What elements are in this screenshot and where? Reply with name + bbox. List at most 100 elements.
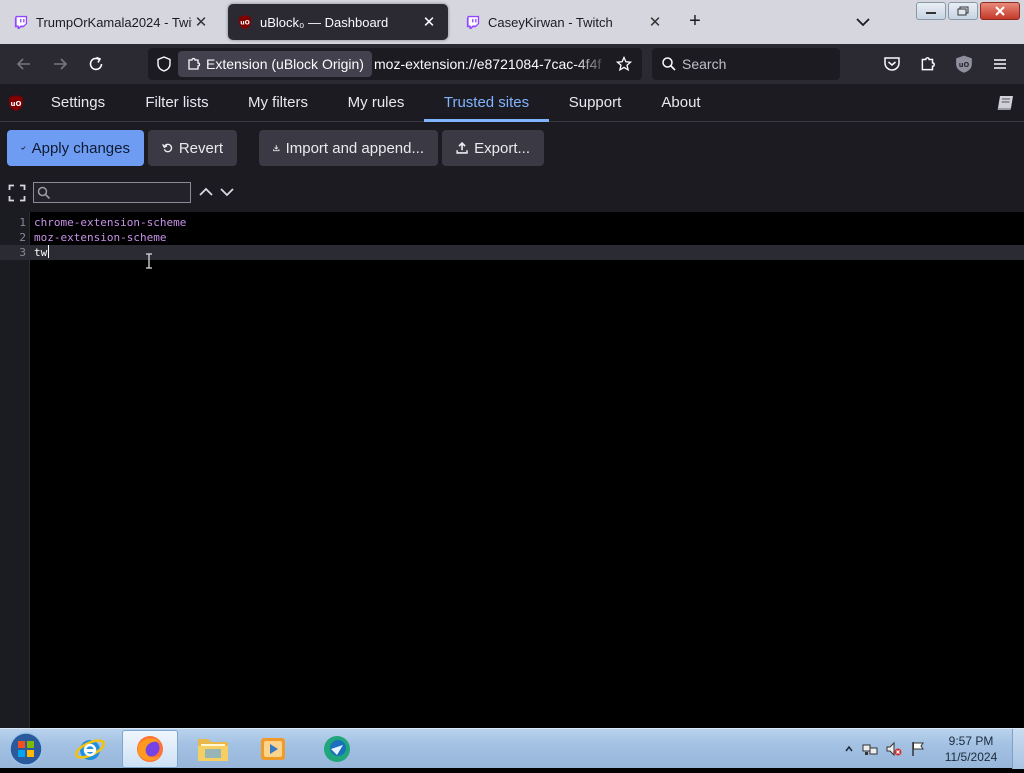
internet-explorer-icon [74, 739, 106, 760]
back-button[interactable] [12, 52, 36, 76]
line-text: tw [34, 246, 48, 259]
trusted-sites-editor[interactable]: 1 chrome-extension-scheme 2 moz-extensio… [0, 212, 1024, 728]
tab-my-filters[interactable]: My filters [236, 84, 320, 122]
tab-title: uBlock₀ — Dashboard [260, 14, 389, 30]
system-tray [844, 741, 926, 757]
tab-filter-lists[interactable]: Filter lists [134, 84, 220, 122]
start-button[interactable] [4, 730, 48, 768]
line-text: chrome-extension-scheme [34, 216, 187, 229]
menu-button[interactable] [988, 52, 1012, 76]
fullscreen-icon[interactable] [8, 184, 26, 202]
search-icon [662, 57, 676, 71]
export-label: Export... [474, 139, 530, 157]
ublock-toolbar-button[interactable]: uO [952, 52, 976, 76]
revert-button[interactable]: Revert [148, 130, 237, 166]
close-icon [995, 6, 1005, 16]
line-number: 3 [19, 246, 26, 259]
url-text[interactable]: moz-extension://e8721084-7cac-4f4f [374, 48, 610, 80]
tab-about[interactable]: About [650, 84, 712, 122]
network-icon[interactable] [862, 741, 878, 757]
line-number: 2 [19, 231, 26, 244]
undo-icon [162, 143, 173, 153]
reload-button[interactable] [84, 52, 108, 76]
taskbar-app[interactable] [309, 730, 365, 768]
taskbar-internet-explorer[interactable] [62, 730, 118, 768]
download-icon [273, 145, 280, 152]
puzzle-icon [188, 57, 201, 70]
folder-icon [198, 739, 228, 761]
svg-text:uO: uO [959, 61, 970, 69]
text-cursor-icon [146, 253, 152, 269]
clock-date: 11/5/2024 [944, 750, 998, 764]
chevron-down-icon[interactable] [852, 12, 874, 32]
export-button[interactable]: Export... [442, 130, 544, 166]
text-caret [48, 245, 50, 258]
minimize-icon [926, 12, 936, 14]
navigation-toolbar: Extension (uBlock Origin) moz-extension:… [0, 44, 1024, 84]
firefox-icon [137, 736, 163, 762]
reload-icon [89, 56, 103, 71]
close-tab-icon[interactable]: ✕ [646, 13, 664, 31]
browser-tab-2[interactable]: uO uBlock₀ — Dashboard ✕ [228, 4, 448, 40]
import-label: Import and append... [285, 139, 424, 157]
system-clock[interactable]: 9:57 PM 11/5/2024 [936, 733, 1006, 765]
url-bar[interactable]: Extension (uBlock Origin) moz-extension:… [148, 48, 642, 80]
shield-icon[interactable] [156, 56, 172, 72]
twitch-icon [14, 15, 28, 29]
close-window-button[interactable] [980, 2, 1020, 20]
upload-icon [456, 141, 468, 154]
line-text: moz-extension-scheme [34, 231, 167, 244]
apply-changes-button[interactable]: Apply changes [7, 130, 144, 166]
puzzle-icon [921, 57, 935, 71]
chevron-down-icon[interactable] [219, 184, 235, 200]
dashboard-nav: uO Settings Filter lists My filters My r… [0, 84, 1024, 122]
taskbar-file-explorer[interactable] [185, 730, 241, 768]
extensions-button[interactable] [916, 52, 940, 76]
identity-box[interactable]: Extension (uBlock Origin) [178, 51, 372, 77]
action-center-flag-icon[interactable] [910, 741, 926, 757]
windows-start-icon [9, 732, 43, 766]
restore-button[interactable] [948, 2, 978, 20]
ublock-icon: uO [238, 15, 252, 29]
window-controls [916, 2, 1020, 20]
taskbar-media-player[interactable] [245, 730, 301, 768]
restore-icon [957, 6, 969, 16]
svg-text:uO: uO [11, 100, 22, 108]
volume-muted-icon[interactable] [886, 741, 902, 757]
find-input[interactable] [33, 182, 191, 203]
svg-text:uO: uO [240, 20, 250, 27]
tab-title: CaseyKirwan - Twitch [488, 14, 613, 30]
minimize-button[interactable] [916, 2, 946, 20]
tab-support[interactable]: Support [557, 84, 633, 122]
star-icon[interactable] [616, 56, 632, 72]
chevron-up-icon[interactable] [198, 184, 214, 200]
import-append-button[interactable]: Import and append... [259, 130, 438, 166]
pocket-icon [884, 57, 900, 71]
browser-tab-3[interactable]: CaseyKirwan - Twitch ✕ [456, 4, 674, 40]
book-icon[interactable] [996, 94, 1016, 112]
pocket-button[interactable] [880, 52, 904, 76]
app-circle-icon [324, 736, 350, 762]
close-tab-icon[interactable]: ✕ [192, 13, 210, 31]
tray-expand-icon[interactable] [844, 744, 854, 754]
taskbar-firefox[interactable] [122, 730, 178, 768]
show-desktop-button[interactable] [1012, 729, 1024, 769]
arrow-left-icon [16, 58, 30, 70]
search-icon [37, 186, 51, 200]
clock-time: 9:57 PM [948, 734, 994, 748]
editor-line[interactable]: 2 moz-extension-scheme [0, 230, 1024, 245]
new-tab-icon[interactable]: + [684, 10, 706, 32]
close-tab-icon[interactable]: ✕ [420, 13, 438, 31]
editor-line[interactable]: 1 chrome-extension-scheme [0, 215, 1024, 230]
forward-button[interactable] [48, 52, 72, 76]
browser-tab-strip: TrumpOrKamala2024 - Twitch ✕ uO uBlock₀ … [0, 0, 1024, 44]
tab-my-rules[interactable]: My rules [336, 84, 416, 122]
arrow-right-icon [54, 58, 68, 70]
tab-settings[interactable]: Settings [38, 84, 118, 122]
search-bar[interactable]: Search [652, 48, 840, 80]
tab-title: TrumpOrKamala2024 - Twitch [36, 14, 192, 30]
browser-tab-1[interactable]: TrumpOrKamala2024 - Twitch ✕ [4, 4, 220, 40]
apply-label: Apply changes [31, 139, 130, 157]
tab-trusted-sites[interactable]: Trusted sites [424, 84, 549, 122]
hamburger-menu-icon [994, 59, 1006, 69]
